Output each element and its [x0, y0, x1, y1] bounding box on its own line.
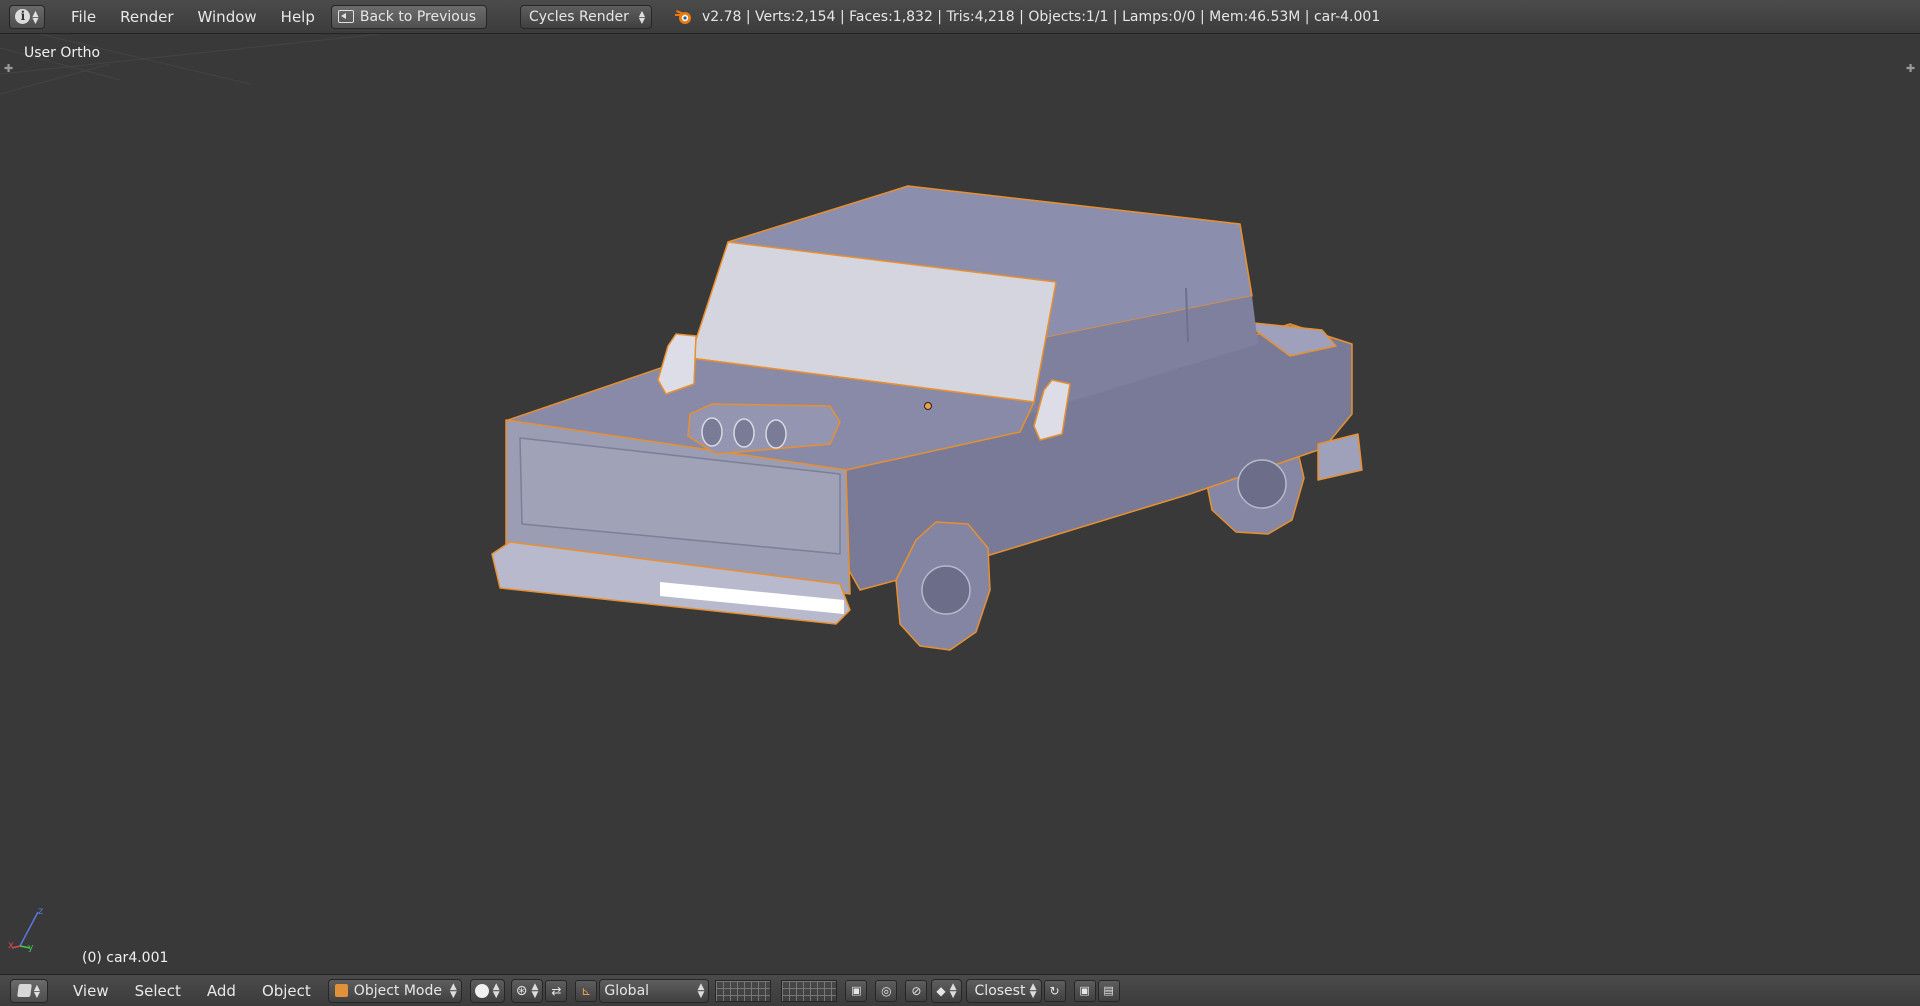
menu-select[interactable]: Select: [122, 982, 194, 1000]
view-label: User Ortho: [24, 45, 101, 61]
menu-help[interactable]: Help: [269, 8, 327, 26]
magnet-icon: ⊘: [911, 983, 922, 998]
axis-label-z: z: [38, 906, 43, 917]
3d-viewport[interactable]: User Ortho ✚ ✚ z x y (0) car4.001: [0, 34, 1920, 974]
snap-toggle-button[interactable]: ⊘: [905, 979, 928, 1002]
viewport-canvas: [0, 34, 1363, 651]
opengl-render-animation-button[interactable]: ▤: [1097, 979, 1120, 1002]
dropdown-arrows-icon: ▲ ▼: [697, 981, 705, 1000]
axis-gizmo: z x y: [8, 906, 43, 952]
lock-layers-button[interactable]: ▣: [845, 979, 868, 1002]
solid-shading-icon: [474, 983, 489, 998]
info-header: i ▲ ▼ File Render Window Help Back to Pre…: [0, 0, 1920, 34]
manipulator-toggle[interactable]: ⇄: [545, 979, 568, 1002]
back-screen-icon: [337, 10, 354, 23]
layer-buttons-group-2: [781, 979, 838, 1002]
opengl-render-image-button[interactable]: ▣: [1073, 979, 1096, 1002]
dropdown-arrows-icon: ▲ ▼: [1029, 981, 1037, 1000]
car-model: [491, 185, 1363, 651]
menu-object[interactable]: Object: [249, 982, 324, 1000]
dropdown-arrows-icon: ▲ ▼: [638, 8, 645, 25]
blender-logo-icon: [674, 9, 691, 24]
scene-stats: v2.78 | Verts:2,154 | Faces:1,832 | Tris…: [701, 8, 1381, 25]
3d-view-icon: [17, 984, 32, 997]
render-engine-value: Cycles Render: [528, 8, 629, 25]
dropdown-arrows-icon: ▲ ▼: [492, 981, 500, 1000]
layer-buttons-b[interactable]: [781, 979, 838, 1002]
info-icon: i: [15, 9, 31, 24]
back-to-previous-button[interactable]: Back to Previous: [330, 4, 487, 29]
pivot-point-dropdown[interactable]: ⊛ ▲ ▼: [510, 978, 544, 1003]
viewport-shading-dropdown[interactable]: ▲ ▼: [469, 978, 505, 1003]
manipulator-icon: ⇄: [551, 983, 562, 998]
toolshelf-toggle-icon[interactable]: ✚: [4, 62, 13, 75]
layer-buttons-a[interactable]: [715, 979, 772, 1002]
object-origin: [924, 402, 932, 410]
dropdown-arrows-icon: ▲ ▼: [449, 981, 457, 1000]
object-mode-icon: [334, 984, 348, 997]
align-rotation-icon: ↻: [1049, 983, 1060, 998]
active-object-label: (0) car4.001: [82, 950, 169, 966]
pivot-point-icon: ⊛: [515, 982, 528, 999]
axis-label-y: y: [28, 943, 34, 952]
editor-type-button[interactable]: i ▲ ▼: [9, 4, 45, 29]
main-menu: File Render Window Help: [59, 8, 327, 26]
layer-buttons-group-1: [715, 979, 772, 1002]
3d-view-header: ▲ ▼ View Select Add Object Object Mode ▲ ▼…: [0, 974, 1920, 1006]
transform-orientation-value: Global: [604, 982, 650, 999]
render-engine-dropdown[interactable]: Cycles Render ▲ ▼: [519, 4, 652, 29]
menu-window[interactable]: Window: [186, 8, 269, 26]
interaction-mode-dropdown[interactable]: Object Mode ▲ ▼: [327, 978, 462, 1003]
camera-icon: ▣: [1079, 984, 1090, 997]
proportional-edit-button[interactable]: ◎: [875, 979, 898, 1002]
interaction-mode-value: Object Mode: [353, 982, 442, 999]
properties-toggle-icon[interactable]: ✚: [1906, 62, 1915, 75]
updown-arrows-icon: ▲ ▼: [32, 8, 39, 25]
proportional-edit-icon: ◎: [881, 983, 892, 998]
snap-element-dropdown[interactable]: ◆ ▲ ▼: [931, 978, 962, 1003]
menu-add[interactable]: Add: [194, 982, 249, 1000]
transform-orientation-icon-button[interactable]: ⊾: [575, 979, 598, 1002]
snap-target-dropdown[interactable]: Closest ▲ ▼: [965, 978, 1042, 1003]
snap-element-icon: ◆: [936, 983, 946, 998]
editor-type-button-3d[interactable]: ▲ ▼: [10, 978, 48, 1003]
menu-view[interactable]: View: [60, 982, 122, 1000]
dropdown-arrows-icon: ▲ ▼: [531, 981, 539, 1000]
clapperboard-icon: ▤: [1103, 984, 1114, 997]
snap-target-value: Closest: [974, 982, 1026, 999]
layers-lock-icon: ▣: [851, 984, 862, 997]
transform-orientation-dropdown[interactable]: Global ▲ ▼: [599, 978, 710, 1003]
menu-render[interactable]: Render: [108, 8, 185, 26]
updown-arrows-icon: ▲ ▼: [33, 982, 41, 999]
back-to-previous-label: Back to Previous: [359, 8, 476, 25]
3d-view-menu: View Select Add Object: [60, 982, 324, 1000]
snap-align-rotation-button[interactable]: ↻: [1043, 979, 1066, 1002]
menu-file[interactable]: File: [59, 8, 108, 26]
orientation-axes-icon: ⊾: [581, 983, 592, 998]
floor-grid: [0, 34, 381, 95]
axis-label-x: x: [8, 940, 14, 951]
dropdown-arrows-icon: ▲ ▼: [949, 981, 957, 1000]
